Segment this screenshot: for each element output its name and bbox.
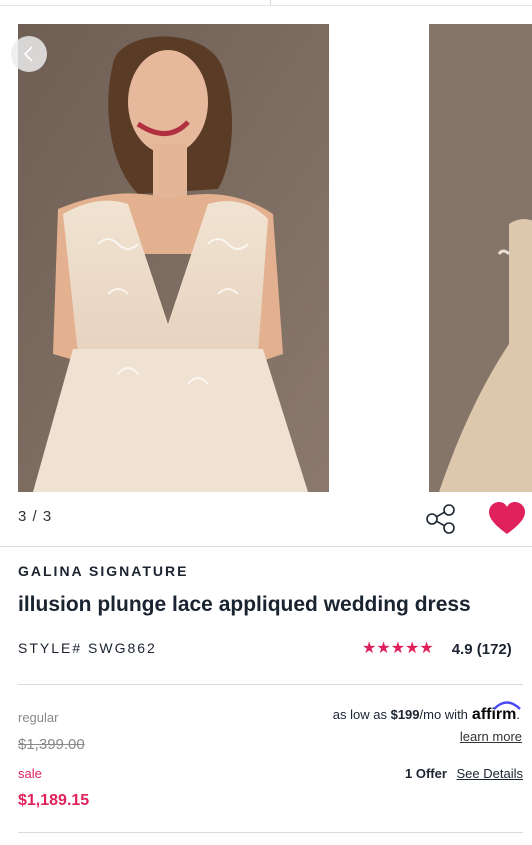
regular-price: $1,399.00: [18, 736, 85, 753]
dress-photo-next-illustration: [429, 24, 532, 492]
star-icon: ★: [390, 640, 406, 657]
star-icon: ★: [376, 640, 391, 657]
product-photo-main[interactable]: [18, 24, 329, 492]
sale-price: $1,189.15: [18, 792, 90, 809]
style-number: STYLE# SWG862: [18, 640, 157, 656]
image-gallery[interactable]: [0, 24, 532, 492]
affirm-logo: affirm: [472, 701, 521, 724]
share-button[interactable]: [424, 502, 458, 536]
affirm-arc-icon: [493, 701, 521, 710]
previous-image-button[interactable]: [11, 36, 47, 72]
rating-summary: 4.9 (172): [451, 640, 512, 658]
affirm-prefix: as low as: [332, 707, 387, 722]
star-icon: ★: [362, 640, 377, 657]
favorite-button[interactable]: [488, 502, 526, 538]
star-icon: ★: [419, 640, 434, 657]
see-details-link[interactable]: See Details: [457, 766, 523, 781]
gallery-controls: 3 / 3: [0, 500, 532, 540]
offer-info: 1 Offer See Details: [405, 766, 523, 781]
star-icon: ★: [405, 640, 420, 657]
chevron-left-icon: [23, 46, 33, 62]
top-bar: [0, 0, 532, 6]
image-counter: 3 / 3: [18, 508, 53, 525]
brand-name[interactable]: GALINA SIGNATURE: [18, 563, 188, 579]
top-bar-divider: [270, 0, 271, 5]
dress-photo-illustration: [18, 24, 329, 492]
product-photo-next[interactable]: [429, 24, 532, 492]
offer-count: 1 Offer: [404, 766, 447, 781]
regular-price-label: regular: [18, 710, 59, 725]
sale-price-label: sale: [18, 766, 42, 781]
heart-icon: [489, 502, 525, 534]
price-divider-bottom: [18, 832, 523, 833]
affirm-financing: as low as $199/mo with affirm.: [332, 701, 521, 724]
product-title: illusion plunge lace appliqued wedding d…: [18, 593, 471, 616]
price-divider-top: [18, 684, 523, 685]
affirm-suffix: /mo with: [419, 707, 468, 722]
learn-more-link[interactable]: learn more: [460, 729, 522, 744]
rating-stars: ★ ★ ★ ★ ★: [362, 641, 434, 657]
product-rating[interactable]: ★ ★ ★ ★ ★ 4.9 (172): [362, 640, 512, 658]
share-icon: [426, 504, 455, 534]
affirm-amount: $199: [390, 707, 420, 722]
section-divider: [0, 546, 532, 547]
